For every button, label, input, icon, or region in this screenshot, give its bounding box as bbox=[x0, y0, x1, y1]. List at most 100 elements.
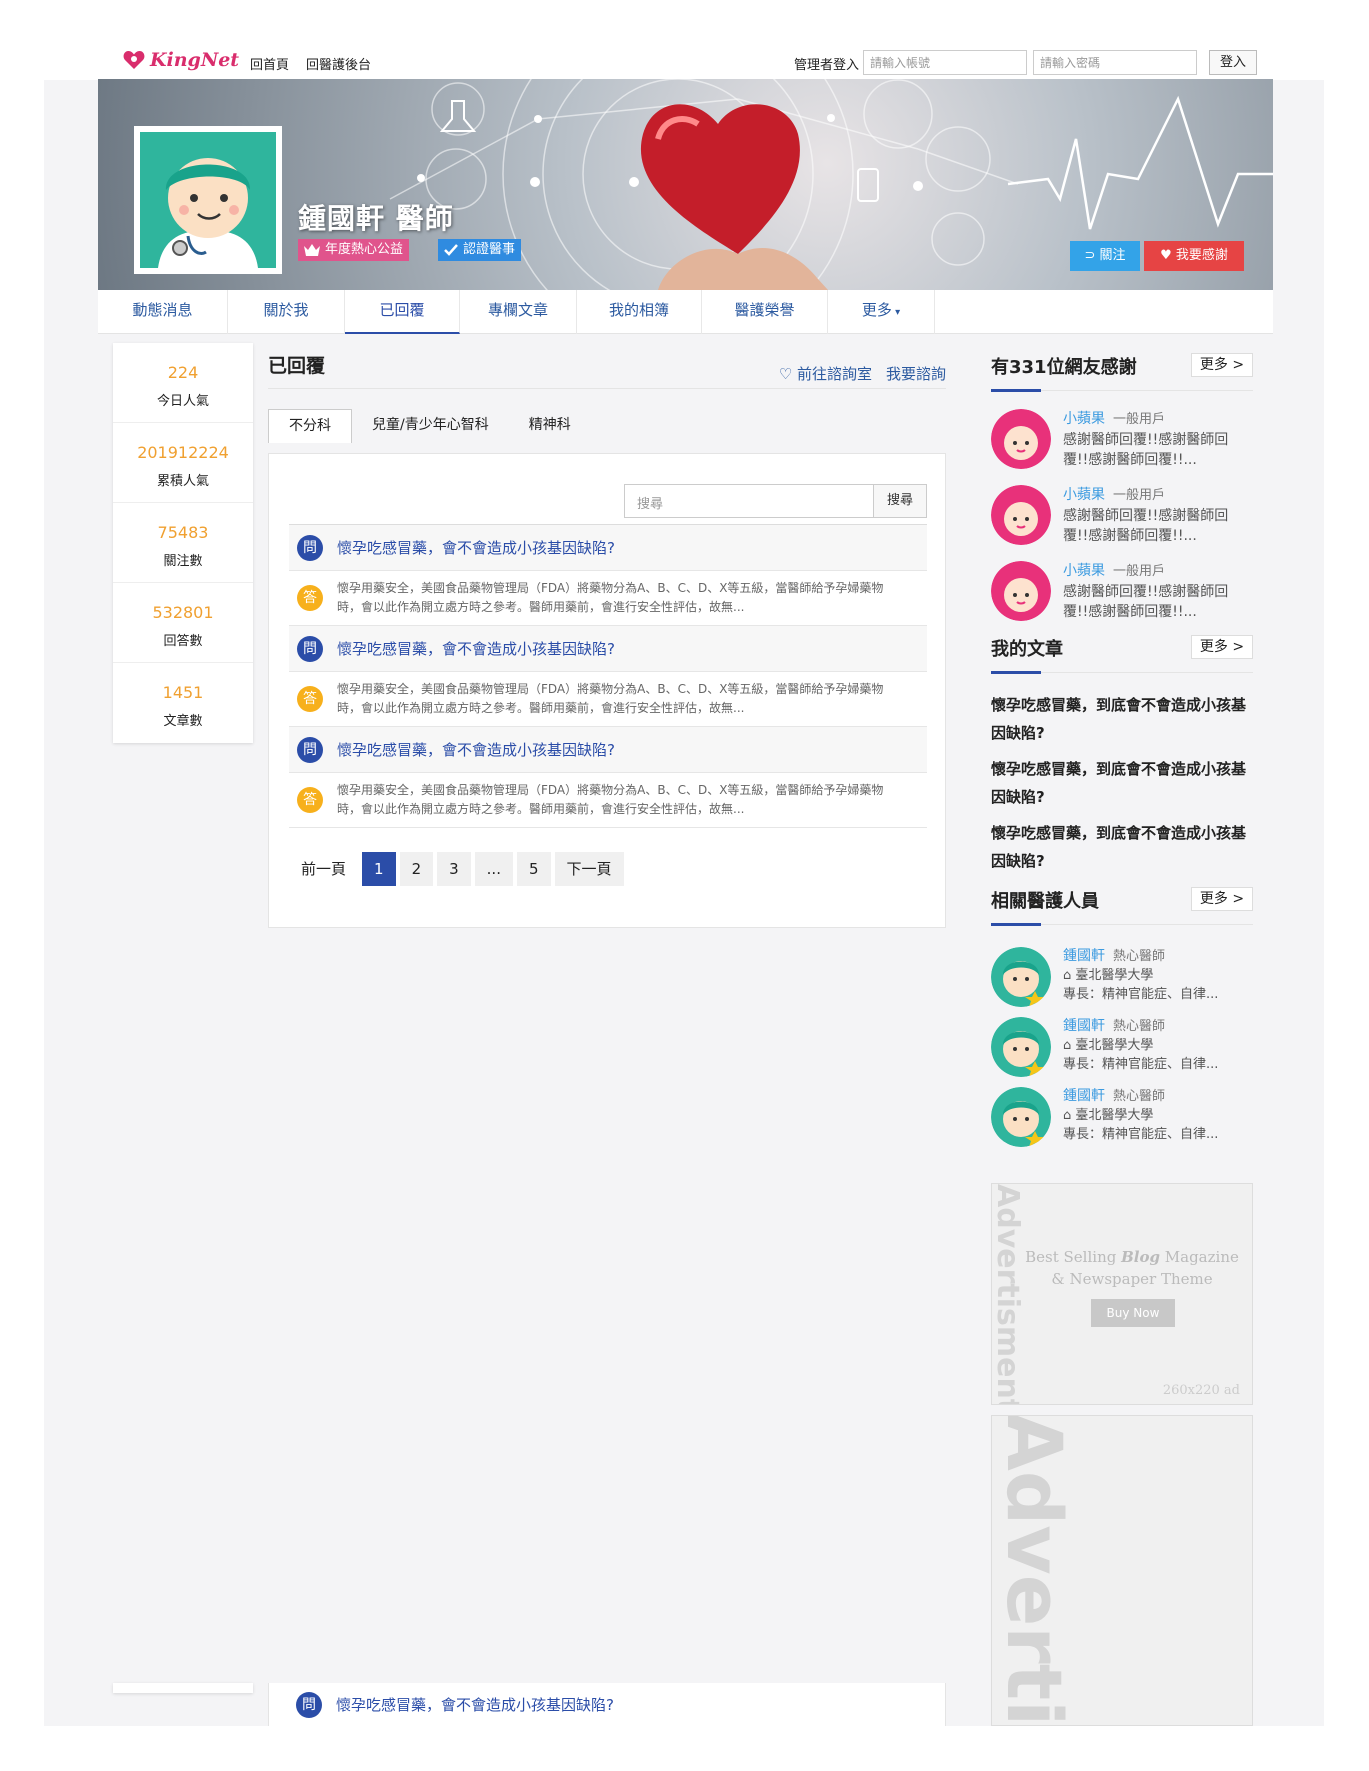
consult-link[interactable]: 我要諮詢 bbox=[886, 363, 946, 384]
staff-item[interactable]: 鍾國軒 熱心醫師 ⌂ 臺北醫學大學 專長：精神官能症、自律... bbox=[991, 1005, 1253, 1077]
profile-banner: 鍾國軒 醫師 年度熱心公益 認證醫事 ⊃ 關注 ♥ 我要感謝 bbox=[98, 79, 1273, 290]
tab-about[interactable]: 關於我 bbox=[228, 290, 345, 334]
staff-school: 臺北醫學大學 bbox=[1075, 1038, 1154, 1053]
staff-title: 相關醫護人員 bbox=[991, 891, 1099, 912]
stat-value: 532801 bbox=[152, 603, 214, 622]
thank-item[interactable]: 小蘋果 一般用戶 感謝醫師回覆!!感謝醫師回覆!!感謝醫師回覆!!... bbox=[991, 549, 1253, 625]
staff-specialty: 專長：精神官能症、自律... bbox=[1063, 987, 1219, 1002]
tab-replied[interactable]: 已回覆 bbox=[345, 290, 460, 334]
page-button[interactable]: 5 bbox=[516, 852, 551, 886]
thank-button[interactable]: ♥ 我要感謝 bbox=[1144, 241, 1244, 271]
user-avatar-icon bbox=[991, 485, 1051, 545]
next-page-button[interactable]: 下一頁 bbox=[554, 852, 624, 886]
question-text[interactable]: 懷孕吃感冒藥，會不會造成小孩基因缺陷? bbox=[337, 537, 615, 558]
consult-links: ♡ 前往諮詢室 我要諮詢 bbox=[779, 363, 946, 384]
home-icon: ⌂ bbox=[1063, 1108, 1076, 1123]
staff-item[interactable]: 鍾國軒 熱心醫師 ⌂ 臺北醫學大學 專長：精神官能症、自律... bbox=[991, 1075, 1253, 1147]
question-mark-icon: 問 bbox=[297, 635, 323, 662]
question-text[interactable]: 懷孕吃感冒藥，會不會造成小孩基因缺陷? bbox=[337, 638, 615, 659]
tab-child-psychiatry[interactable]: 兒童/青少年心智科 bbox=[352, 409, 509, 443]
staff-specialty: 專長：精神官能症、自律... bbox=[1063, 1127, 1219, 1142]
article-link[interactable]: 懷孕吃感冒藥，到底會不會造成小孩基因缺陷? bbox=[991, 691, 1253, 747]
answer-row: 答懷孕用藥安全，美國食品藥物管理局（FDA）將藥物分為A、B、C、D、X等五級，… bbox=[289, 773, 927, 828]
home-link[interactable]: 回首頁 bbox=[250, 54, 289, 73]
verified-label: 認證醫事 bbox=[463, 242, 516, 257]
heart-icon: ♥ bbox=[1160, 248, 1176, 263]
question-text[interactable]: 懷孕吃感冒藥，會不會造成小孩基因缺陷? bbox=[337, 739, 615, 760]
staff-school: 臺北醫學大學 bbox=[1075, 1108, 1154, 1123]
page-button[interactable]: 2 bbox=[399, 852, 434, 886]
question-text[interactable]: 懷孕吃感冒藥，會不會造成小孩基因缺陷? bbox=[336, 1694, 614, 1715]
question-row[interactable]: 問懷孕吃感冒藥，會不會造成小孩基因缺陷? bbox=[289, 525, 927, 571]
thank-user-name[interactable]: 小蘋果 bbox=[1063, 563, 1105, 579]
tab-all-departments[interactable]: 不分科 bbox=[268, 409, 352, 443]
thank-item[interactable]: 小蘋果 一般用戶 感謝醫師回覆!!感謝醫師回覆!!感謝醫師回覆!!... bbox=[991, 473, 1253, 549]
question-row[interactable]: 問 懷孕吃感冒藥，會不會造成小孩基因缺陷? bbox=[268, 1683, 946, 1726]
staff-item[interactable]: 鍾國軒 熱心醫師 ⌂ 臺北醫學大學 專長：精神官能症、自律... bbox=[991, 935, 1253, 1007]
article-link[interactable]: 懷孕吃感冒藥，到底會不會造成小孩基因缺陷? bbox=[991, 755, 1253, 811]
stat-articles: 1451 文章數 bbox=[113, 663, 253, 743]
thank-user-name[interactable]: 小蘋果 bbox=[1063, 487, 1105, 503]
doctor-avatar bbox=[134, 126, 282, 274]
consult-room-link[interactable]: ♡ 前往諮詢室 bbox=[779, 363, 872, 384]
question-row[interactable]: 問懷孕吃感冒藥，會不會造成小孩基因缺陷? bbox=[289, 626, 927, 672]
stat-label: 回答數 bbox=[163, 634, 203, 649]
stat-value: 1451 bbox=[162, 683, 204, 702]
pagination: 前一頁 1 2 3 ... 5 下一頁 bbox=[289, 852, 624, 886]
tab-psychiatry[interactable]: 精神科 bbox=[509, 409, 591, 443]
answer-mark-icon: 答 bbox=[297, 686, 323, 712]
page-button[interactable]: 1 bbox=[362, 852, 396, 886]
account-input[interactable]: 請輸入帳號 bbox=[863, 50, 1027, 75]
tab-album[interactable]: 我的相簿 bbox=[577, 290, 702, 334]
ad-size-label: 260x220 ad bbox=[1162, 1383, 1240, 1398]
doctor-avatar-icon bbox=[991, 947, 1051, 1007]
articles-more-button[interactable]: 更多 > bbox=[1191, 635, 1253, 659]
thank-message: 感謝醫師回覆!!感謝醫師回覆!!感謝醫師回覆!!... bbox=[1063, 584, 1229, 620]
ad-vertical-text: Advertism bbox=[991, 1415, 1079, 1726]
thanks-title: 有331位網友感謝 bbox=[991, 357, 1137, 378]
advertisement-banner[interactable]: Advertisment Best Selling Blog Magazine … bbox=[991, 1183, 1253, 1405]
thank-user-name[interactable]: 小蘋果 bbox=[1063, 411, 1105, 427]
staff-name[interactable]: 鍾國軒 bbox=[1063, 948, 1105, 964]
ad-buy-button[interactable]: Buy Now bbox=[1091, 1299, 1175, 1327]
staff-header: 相關醫護人員 更多 > bbox=[991, 877, 1253, 926]
crown-icon bbox=[304, 244, 320, 256]
stat-today: 224 今日人氣 bbox=[113, 343, 253, 423]
tab-honors[interactable]: 醫護榮譽 bbox=[702, 290, 828, 334]
advertisement-banner[interactable]: Advertism bbox=[991, 1415, 1253, 1726]
stat-value: 224 bbox=[167, 363, 199, 382]
article-link[interactable]: 懷孕吃感冒藥，到底會不會造成小孩基因缺陷? bbox=[991, 819, 1253, 875]
login-button[interactable]: 登入 bbox=[1209, 50, 1257, 75]
articles-title: 我的文章 bbox=[991, 639, 1063, 660]
public-welfare-badge: 年度熱心公益 bbox=[298, 239, 410, 261]
ad-line1-em: Blog bbox=[1121, 1248, 1160, 1266]
answer-mark-icon: 答 bbox=[297, 585, 323, 611]
follow-button[interactable]: ⊃ 關注 bbox=[1070, 241, 1140, 271]
stat-followers: 75483 關注數 bbox=[113, 503, 253, 583]
search-button[interactable]: 搜尋 bbox=[873, 484, 927, 518]
staff-more-button[interactable]: 更多 > bbox=[1191, 887, 1253, 911]
qa-list: 問懷孕吃感冒藥，會不會造成小孩基因缺陷? 答懷孕用藥安全，美國食品藥物管理局（F… bbox=[289, 524, 927, 828]
thank-item[interactable]: 小蘋果 一般用戶 感謝醫師回覆!!感謝醫師回覆!!感謝醫師回覆!!... bbox=[991, 397, 1253, 473]
stat-label: 文章數 bbox=[163, 714, 203, 729]
check-icon bbox=[444, 244, 458, 256]
kingnet-logo[interactable]: KingNet bbox=[122, 48, 239, 72]
search-input[interactable]: 搜尋 bbox=[624, 484, 874, 518]
question-mark-icon: 問 bbox=[297, 736, 323, 763]
staff-name[interactable]: 鍾國軒 bbox=[1063, 1018, 1105, 1034]
question-row[interactable]: 問懷孕吃感冒藥，會不會造成小孩基因缺陷? bbox=[289, 727, 927, 773]
password-input[interactable]: 請輸入密碼 bbox=[1033, 50, 1197, 75]
staff-role: 熱心醫師 bbox=[1113, 949, 1166, 964]
tab-more[interactable]: 更多 ▾ bbox=[828, 290, 935, 334]
backend-link[interactable]: 回醫護後台 bbox=[306, 54, 371, 73]
tab-articles[interactable]: 專欄文章 bbox=[460, 290, 577, 334]
tab-news[interactable]: 動態消息 bbox=[98, 290, 228, 334]
answer-mark-icon: 答 bbox=[297, 787, 323, 813]
follow-label: 關注 bbox=[1099, 248, 1126, 263]
page-button[interactable]: 3 bbox=[437, 852, 471, 886]
thanks-more-button[interactable]: 更多 > bbox=[1191, 353, 1253, 377]
staff-name[interactable]: 鍾國軒 bbox=[1063, 1088, 1105, 1104]
section-underline bbox=[991, 389, 1041, 392]
verified-badge: 認證醫事 bbox=[438, 239, 522, 261]
prev-page-button[interactable]: 前一頁 bbox=[289, 852, 359, 886]
